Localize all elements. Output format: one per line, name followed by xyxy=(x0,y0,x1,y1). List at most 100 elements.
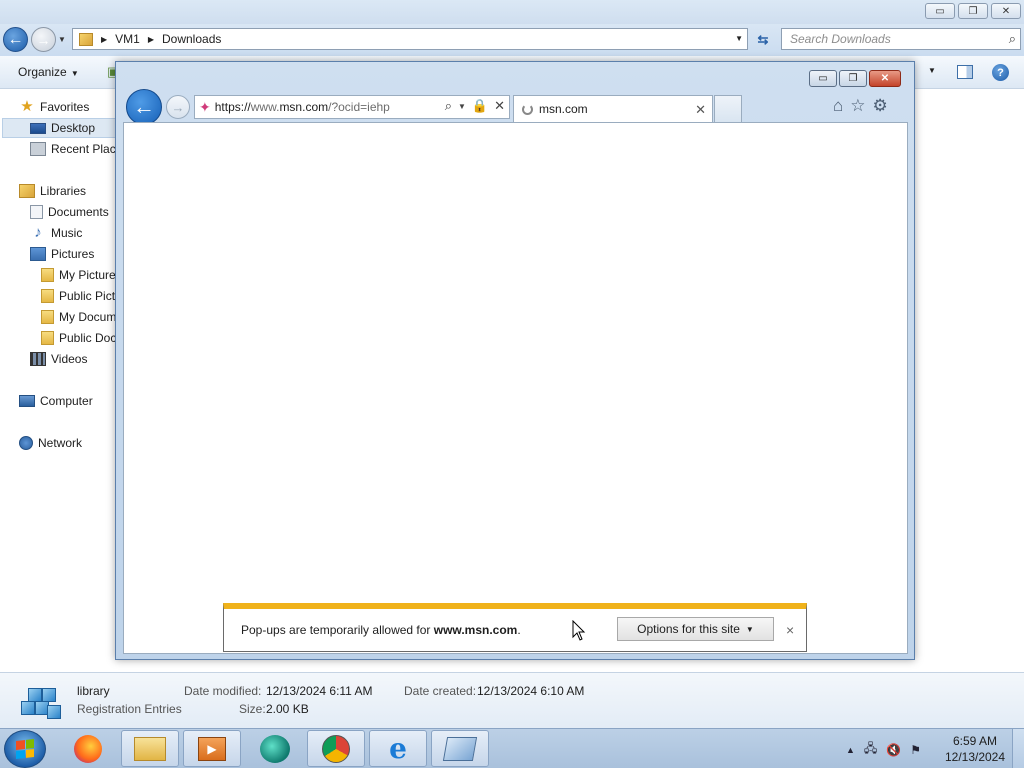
taskbar-ie[interactable]: e xyxy=(369,730,427,767)
computer-icon xyxy=(19,395,35,407)
ie-restore-button[interactable]: ❐ xyxy=(839,70,867,87)
network-tray-icon[interactable]: 🖧 xyxy=(864,739,877,760)
favorites-star-icon[interactable]: ☆ xyxy=(850,96,865,116)
taskbar-clock[interactable]: 6:59 AM 12/13/2024 xyxy=(940,733,1010,765)
nav-label: Computer xyxy=(40,394,93,408)
explorer-back-button[interactable]: ← xyxy=(3,27,28,52)
explorer-address-bar[interactable]: ▶ VM1 ▶ Downloads ▼ xyxy=(72,28,748,50)
action-center-flag-icon[interactable]: ⚑ xyxy=(910,743,921,757)
pictures-icon xyxy=(30,247,46,261)
folder-icon xyxy=(41,268,54,282)
search-icon[interactable]: ⌕ xyxy=(445,98,452,114)
desktop-icon xyxy=(30,122,46,134)
gear-icon[interactable]: ⚙ xyxy=(873,96,888,116)
explorer-close-button[interactable]: ✕ xyxy=(991,3,1021,19)
ie-minimize-button[interactable]: ▭ xyxy=(809,70,837,87)
address-history-dropdown-icon[interactable]: ▼ xyxy=(735,34,743,43)
ie-close-button[interactable]: ✕ xyxy=(869,70,901,87)
ie-back-button[interactable]: ← xyxy=(126,89,162,125)
options-for-this-site-button[interactable]: Options for this site ▼ xyxy=(617,617,774,641)
folder-icon xyxy=(41,310,54,324)
nav-network[interactable]: Network xyxy=(19,433,82,453)
nav-label: My Documents xyxy=(59,310,118,324)
explorer-search-input[interactable]: Search Downloads ⌕ xyxy=(781,28,1021,50)
chevron-down-icon[interactable]: ▼ xyxy=(458,102,466,111)
start-button[interactable] xyxy=(4,730,46,768)
loading-spinner-icon xyxy=(522,103,533,115)
ie-content-area[interactable] xyxy=(123,122,908,654)
popup-notification-bar: Pop-ups are temporarily allowed for www.… xyxy=(223,603,807,652)
nav-label: Libraries xyxy=(40,184,87,198)
show-hidden-icons-icon[interactable]: ▲ xyxy=(846,745,855,755)
popup-text-suffix: . xyxy=(517,623,521,637)
explorer-navbar: ← → ▼ ▶ VM1 ▶ Downloads ▼ ⇆ Search Downl… xyxy=(0,24,1024,56)
lock-icon[interactable]: 🔒 xyxy=(472,98,488,114)
ie-command-icons: ⌂ ☆ ⚙ xyxy=(833,96,888,116)
videos-icon xyxy=(30,352,46,366)
view-options-dropdown-icon[interactable]: ▼ xyxy=(928,66,936,75)
volume-muted-icon[interactable]: 🔇 xyxy=(886,743,901,757)
nav-computer[interactable]: Computer xyxy=(19,391,93,411)
nav-pictures[interactable]: Pictures xyxy=(30,244,94,264)
recent-pages-dropdown-icon[interactable]: ▼ xyxy=(58,35,66,44)
refresh-icon[interactable]: ⇆ xyxy=(752,29,774,51)
tab-close-icon[interactable]: ✕ xyxy=(695,102,706,118)
nav-label: Public Documents xyxy=(59,331,118,345)
nav-documents[interactable]: Documents xyxy=(30,202,109,222)
nav-label: Favorites xyxy=(40,100,90,114)
taskbar-explorer[interactable] xyxy=(121,730,179,767)
popup-message: Pop-ups are temporarily allowed for www.… xyxy=(241,623,521,637)
popup-site: www.msn.com xyxy=(433,623,518,637)
explorer-maximize-button[interactable]: ❐ xyxy=(958,3,988,19)
explorer-minimize-button[interactable]: ▭ xyxy=(925,3,955,19)
chrome-icon xyxy=(322,734,350,763)
registry-file-icon xyxy=(17,679,63,723)
chevron-down-icon: ▼ xyxy=(68,69,79,78)
taskbar-media-player[interactable]: ▶ xyxy=(183,730,241,767)
taskbar-chrome[interactable] xyxy=(307,730,365,767)
preview-pane-icon[interactable] xyxy=(957,65,973,79)
nav-public-pictures[interactable]: Public Pictures xyxy=(41,286,118,306)
breadcrumb-vm1[interactable]: VM1 xyxy=(115,32,140,46)
stop-icon[interactable]: ✕ xyxy=(494,98,505,114)
nav-public-documents[interactable]: Public Documents xyxy=(41,328,118,348)
nav-my-documents[interactable]: My Documents xyxy=(41,307,118,327)
options-label: Options for this site xyxy=(637,622,740,636)
search-placeholder: Search Downloads xyxy=(790,32,891,46)
clock-time: 6:59 AM xyxy=(952,734,998,748)
date-modified-value: 12/13/2024 6:11 AM xyxy=(266,684,373,698)
file-name: library xyxy=(77,684,110,698)
breadcrumb-downloads[interactable]: Downloads xyxy=(162,32,221,46)
folder-icon xyxy=(41,289,54,303)
folder-icon xyxy=(41,331,54,345)
taskbar-edge[interactable] xyxy=(258,733,292,765)
taskbar-app[interactable] xyxy=(431,730,489,767)
ie-forward-button[interactable]: → xyxy=(166,95,190,119)
nav-my-pictures[interactable]: My Pictures xyxy=(41,265,118,285)
size-value: 2.00 KB xyxy=(266,702,309,716)
show-desktop-button[interactable] xyxy=(1012,729,1024,768)
ie-caption-buttons: ▭ ❐ ✕ xyxy=(809,70,901,87)
explorer-forward-button[interactable]: → xyxy=(31,27,56,52)
new-tab-button[interactable] xyxy=(714,95,742,122)
nav-libraries[interactable]: Libraries xyxy=(19,181,86,201)
nav-desktop[interactable]: Desktop xyxy=(2,118,118,138)
nav-videos[interactable]: Videos xyxy=(30,349,87,369)
edge-icon xyxy=(260,735,290,763)
ie-window: ▭ ❐ ✕ ← → ✦ https://www. msn.com/?ocid=ie… xyxy=(115,61,915,660)
search-icon[interactable]: ⌕ xyxy=(1009,31,1016,47)
popup-close-button[interactable]: × xyxy=(786,622,794,638)
taskbar-firefox[interactable] xyxy=(71,733,105,765)
help-icon[interactable]: ? xyxy=(992,64,1009,81)
nav-music[interactable]: ♪ Music xyxy=(30,223,82,243)
date-modified-label: Date modified: xyxy=(184,684,262,698)
ie-address-bar[interactable]: ✦ https://www. msn.com/?ocid=iehp ⌕ ▼ 🔒 ✕ xyxy=(194,95,510,119)
ie-tab[interactable]: msn.com ✕ xyxy=(513,95,713,122)
media-player-icon: ▶ xyxy=(198,736,226,761)
nav-recent-places[interactable]: Recent Places xyxy=(30,139,118,159)
url-www: www. xyxy=(250,100,280,114)
size-label: Size: xyxy=(239,702,266,716)
organize-button[interactable]: Organize ▼ xyxy=(18,65,79,79)
nav-favorites[interactable]: ★ Favorites xyxy=(19,97,89,117)
home-icon[interactable]: ⌂ xyxy=(833,96,843,116)
